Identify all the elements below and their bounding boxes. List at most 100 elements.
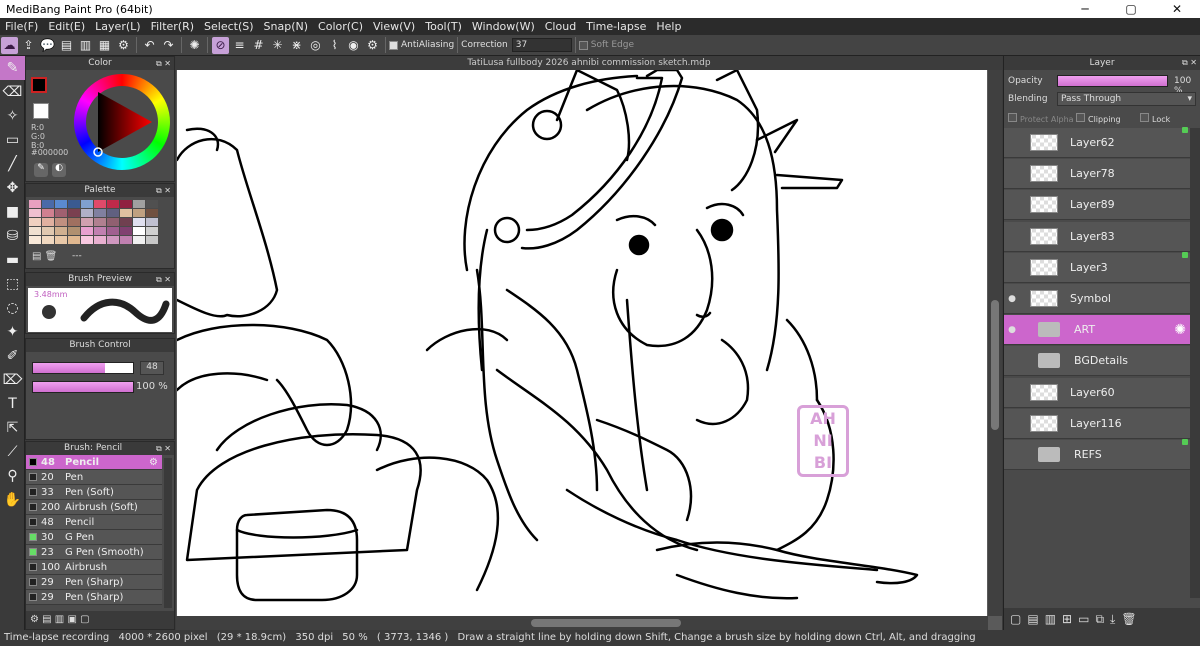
popout-icon[interactable]: ⧉ ✕ <box>156 442 171 455</box>
visibility-icon[interactable] <box>1004 440 1020 470</box>
new-brush-icon[interactable]: ▤ <box>42 614 51 625</box>
merge-layer-icon[interactable]: ⤓ <box>1110 612 1121 626</box>
transparent-swatch[interactable] <box>33 103 49 119</box>
new-layer-icon[interactable]: ▢ <box>1010 612 1027 626</box>
layer-row[interactable]: Layer62 <box>1004 127 1190 158</box>
visibility-icon[interactable] <box>1004 159 1020 189</box>
divide-tool-icon[interactable]: ⟋ <box>0 440 25 464</box>
palette-swatch[interactable] <box>120 227 132 235</box>
lock-option[interactable]: Lock <box>1140 113 1170 124</box>
layer-options-icon[interactable]: ⊞ <box>1062 612 1078 626</box>
palette-swatch[interactable] <box>94 209 106 217</box>
layer-row[interactable]: Layer89 <box>1004 190 1190 221</box>
layer-row[interactable]: ● Symbol <box>1004 284 1190 314</box>
palette-swatch[interactable] <box>120 200 132 208</box>
snap-radial-icon[interactable]: ✳ <box>269 37 286 54</box>
snap-curve-icon[interactable]: ⌇ <box>326 37 343 54</box>
menu-layer[interactable]: Layer(L) <box>90 20 145 33</box>
snap-settings-icon[interactable]: ⚙ <box>364 37 381 54</box>
new-halftone-icon[interactable]: ▥ <box>1045 612 1062 626</box>
palette-swatch[interactable] <box>81 209 93 217</box>
gradient-tool-icon[interactable]: ▬ <box>0 248 25 272</box>
palette-swatch[interactable] <box>68 236 80 244</box>
palette-swatch[interactable] <box>94 236 106 244</box>
primary-color-swatch[interactable] <box>31 77 47 93</box>
brush-item[interactable]: 23 G Pen (Smooth) <box>26 545 162 560</box>
menu-file[interactable]: File(F) <box>0 20 43 33</box>
palette-small-icon[interactable]: ◐ <box>52 163 66 177</box>
brush-item[interactable]: 20 Pen <box>26 470 162 485</box>
palette-swatch[interactable] <box>120 236 132 244</box>
gear-icon[interactable]: ✺ <box>1174 322 1186 338</box>
antialias-checkbox[interactable] <box>389 40 398 50</box>
color-triangle[interactable] <box>86 86 158 158</box>
protect-alpha-option[interactable]: Protect Alpha <box>1008 113 1074 124</box>
horizontal-scroll-thumb[interactable] <box>531 619 681 627</box>
brush-item[interactable]: 29 Pen (Sharp) <box>26 575 162 590</box>
lock-checkbox[interactable] <box>1140 113 1149 122</box>
palette-swatch[interactable] <box>42 200 54 208</box>
move-tool-icon[interactable]: ✥ <box>0 176 25 200</box>
palette-swatch[interactable] <box>146 227 158 235</box>
palette-swatch[interactable] <box>55 200 67 208</box>
layer-opacity-slider[interactable] <box>1057 75 1168 87</box>
minimize-icon[interactable]: ─ <box>1062 2 1108 16</box>
vertical-scroll-thumb[interactable] <box>991 300 999 430</box>
visibility-icon[interactable] <box>1004 252 1020 282</box>
palette-swatch[interactable] <box>29 218 41 226</box>
palette-swatch[interactable] <box>120 209 132 217</box>
menu-cloud[interactable]: Cloud <box>540 20 581 33</box>
protect-alpha-checkbox[interactable] <box>1008 113 1017 122</box>
brush-copy-icon[interactable]: ▥ <box>55 614 64 625</box>
text-tool-icon[interactable]: T <box>0 392 25 416</box>
palette-swatch[interactable] <box>133 209 145 217</box>
grid-icon[interactable]: ▦ <box>96 37 113 54</box>
palette-swatch[interactable] <box>81 236 93 244</box>
layer-row[interactable]: Layer3 <box>1004 251 1190 283</box>
cloud-icon[interactable]: ☁ <box>1 36 18 54</box>
layer-row[interactable]: Layer60 <box>1004 377 1190 408</box>
line-tool-icon[interactable]: ╱ <box>0 152 25 176</box>
brush-item[interactable]: 100 Airbrush <box>26 560 162 575</box>
popout-icon[interactable]: ⧉ ✕ <box>1182 56 1197 70</box>
popout-icon[interactable]: ⧉ ✕ <box>156 273 171 286</box>
palette-swatch[interactable] <box>42 227 54 235</box>
palette-swatch[interactable] <box>29 200 41 208</box>
layer-row[interactable]: ● ART ✺ <box>1004 315 1190 346</box>
brush-item[interactable]: 29 Pen (Sharp) <box>26 590 162 605</box>
visibility-icon[interactable] <box>1004 128 1020 158</box>
dot-tool-icon[interactable]: ✧ <box>0 104 25 128</box>
softedge-checkbox[interactable] <box>578 40 588 50</box>
palette-swatch[interactable] <box>55 236 67 244</box>
snap-ellipse-icon[interactable]: ◉ <box>345 37 362 54</box>
menu-window[interactable]: Window(W) <box>467 20 540 33</box>
palette-add-icon[interactable]: ▤ 🗑 <box>32 251 57 262</box>
visibility-icon[interactable] <box>1004 408 1020 438</box>
brush-opacity-slider[interactable] <box>32 381 134 393</box>
visibility-icon[interactable]: ● <box>1004 284 1020 314</box>
delete-layer-icon[interactable]: 🗑 <box>1121 612 1142 626</box>
visibility-icon[interactable] <box>1004 377 1020 407</box>
magic-wand-icon[interactable]: ✦ <box>0 320 25 344</box>
clipping-option[interactable]: Clipping <box>1076 113 1121 124</box>
palette-swatch[interactable] <box>94 227 106 235</box>
palette-swatch[interactable] <box>94 218 106 226</box>
layer-row[interactable]: Layer83 <box>1004 221 1190 252</box>
palette-swatch[interactable] <box>107 218 119 226</box>
brush-item[interactable]: 48 Pencil ⚙ <box>26 455 162 470</box>
popout-icon[interactable]: ⧉ ✕ <box>156 184 171 197</box>
palette-swatch[interactable] <box>68 209 80 217</box>
lasso-tool-icon[interactable]: ◌ <box>0 296 25 320</box>
brush-item[interactable]: 33 Pen (Soft) <box>26 485 162 500</box>
brush-folder-icon[interactable]: ▢ <box>80 614 89 625</box>
layer-row[interactable]: Layer78 <box>1004 159 1190 190</box>
new-color-layer-icon[interactable]: ▤ <box>1027 612 1044 626</box>
palette-swatch[interactable] <box>107 236 119 244</box>
palette-swatch[interactable] <box>146 200 158 208</box>
snap-vanish-icon[interactable]: ⋇ <box>288 37 305 54</box>
palette-swatch[interactable] <box>81 200 93 208</box>
visibility-icon[interactable]: ● <box>1004 315 1020 345</box>
menu-filter[interactable]: Filter(R) <box>146 20 199 33</box>
maximize-icon[interactable]: ▢ <box>1108 2 1154 16</box>
brush-list-scrollbar[interactable] <box>164 458 172 608</box>
